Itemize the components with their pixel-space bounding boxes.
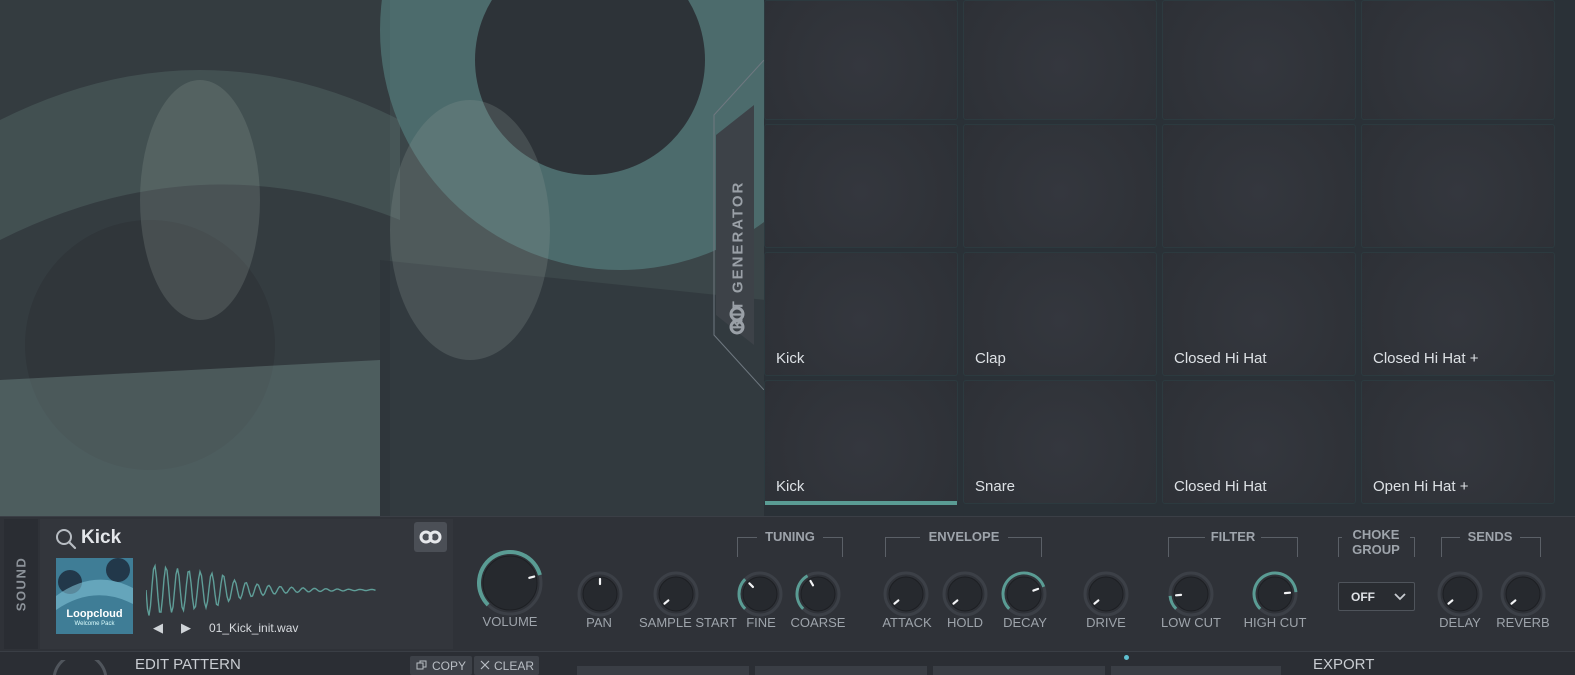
sound-name[interactable]: Kick bbox=[81, 527, 121, 549]
pad-7[interactable] bbox=[1162, 124, 1356, 248]
fine-label: FINE bbox=[746, 615, 776, 630]
pan-knob[interactable] bbox=[575, 569, 625, 619]
pad-14[interactable]: Snare bbox=[963, 380, 1157, 504]
pad-16[interactable]: Open Hi Hat + bbox=[1361, 380, 1555, 504]
high-cut-label: HIGH CUT bbox=[1243, 615, 1307, 630]
artwork-title: Loopcloud bbox=[66, 608, 123, 620]
envelope-group-label: ENVELOPE bbox=[920, 529, 1008, 544]
sample-start-knob[interactable] bbox=[651, 569, 701, 619]
pan-label: PAN bbox=[586, 615, 612, 630]
copy-icon bbox=[416, 660, 427, 670]
search-icon[interactable] bbox=[55, 528, 77, 550]
pad-13[interactable]: Kick bbox=[764, 380, 958, 505]
close-icon bbox=[480, 660, 490, 670]
sound-tab[interactable]: SOUND bbox=[4, 519, 38, 649]
pad-5[interactable] bbox=[764, 124, 958, 248]
pad-1[interactable] bbox=[764, 0, 958, 120]
decay-knob[interactable] bbox=[999, 569, 1049, 619]
pad-9[interactable]: Kick bbox=[764, 252, 958, 376]
pad-11[interactable]: Closed Hi Hat bbox=[1162, 252, 1356, 376]
pad-8[interactable] bbox=[1361, 124, 1555, 248]
chevron-down-icon bbox=[1394, 593, 1406, 601]
hold-knob[interactable] bbox=[940, 569, 990, 619]
loopcloud-icon bbox=[729, 306, 745, 335]
drum-pad-grid: Kick Clap Closed Hi Hat Closed Hi Hat + … bbox=[764, 0, 1575, 520]
decay-label: DECAY bbox=[1003, 615, 1047, 630]
waveform-display[interactable] bbox=[146, 562, 376, 618]
filter-group-label: FILTER bbox=[1205, 529, 1261, 544]
attack-knob[interactable] bbox=[881, 569, 931, 619]
reverb-label: REVERB bbox=[1496, 615, 1550, 630]
reverb-knob[interactable] bbox=[1498, 569, 1548, 619]
choke-group-label: CHOKE GROUP bbox=[1342, 527, 1410, 557]
copy-label: COPY bbox=[432, 659, 467, 673]
fine-knob[interactable] bbox=[735, 569, 785, 619]
pad-label: Clap bbox=[975, 350, 1006, 367]
coarse-knob[interactable] bbox=[793, 569, 843, 619]
attack-label: ATTACK bbox=[882, 615, 932, 630]
pad-15[interactable]: Closed Hi Hat bbox=[1162, 380, 1356, 504]
sample-artwork: Loopcloud Welcome Pack bbox=[56, 558, 133, 634]
pad-12[interactable]: Closed Hi Hat + bbox=[1361, 252, 1555, 376]
choke-group-value: OFF bbox=[1351, 590, 1375, 604]
previous-sample-button[interactable]: ◀ bbox=[153, 620, 163, 636]
low-cut-knob[interactable] bbox=[1166, 569, 1216, 619]
next-sample-button[interactable]: ▶ bbox=[181, 620, 191, 636]
clear-label: CLEAR bbox=[494, 659, 535, 673]
volume-label: VOLUME bbox=[482, 614, 538, 629]
pad-6[interactable] bbox=[963, 124, 1157, 248]
pad-3[interactable] bbox=[1162, 0, 1356, 120]
coarse-label: COARSE bbox=[790, 615, 846, 630]
playhead-indicator bbox=[1124, 655, 1129, 660]
edit-pattern-title: EDIT PATTERN bbox=[135, 656, 241, 673]
choke-group-select[interactable]: OFF bbox=[1338, 582, 1415, 611]
pad-label: Open Hi Hat + bbox=[1373, 478, 1469, 495]
sample-start-label: SAMPLE START bbox=[639, 615, 737, 630]
loopcloud-button[interactable] bbox=[414, 522, 447, 552]
delay-knob[interactable] bbox=[1435, 569, 1485, 619]
pad-label: Snare bbox=[975, 478, 1016, 495]
pad-label: Kick bbox=[776, 478, 805, 495]
drive-knob[interactable] bbox=[1081, 569, 1131, 619]
pad-label: Closed Hi Hat bbox=[1174, 350, 1267, 367]
infinity-icon bbox=[419, 530, 442, 544]
hero-artwork bbox=[0, 0, 766, 520]
pad-label: Closed Hi Hat + bbox=[1373, 350, 1479, 367]
tuning-group-label: TUNING bbox=[757, 529, 823, 544]
pad-label: Closed Hi Hat bbox=[1174, 478, 1267, 495]
pattern-knob[interactable] bbox=[50, 660, 110, 675]
clear-button[interactable]: CLEAR bbox=[474, 656, 539, 675]
delay-label: DELAY bbox=[1439, 615, 1481, 630]
copy-button[interactable]: COPY bbox=[410, 656, 472, 675]
sample-file-name: 01_Kick_init.wav bbox=[209, 621, 299, 635]
pad-10[interactable]: Clap bbox=[963, 252, 1157, 376]
sends-group-label: SENDS bbox=[1460, 529, 1520, 544]
drive-label: DRIVE bbox=[1086, 615, 1126, 630]
low-cut-label: LOW CUT bbox=[1161, 615, 1221, 630]
artwork-subtitle: Welcome Pack bbox=[74, 621, 115, 627]
pad-2[interactable] bbox=[963, 0, 1157, 120]
step-sequencer-strip[interactable] bbox=[577, 666, 1282, 675]
pad-label: Kick bbox=[776, 350, 805, 367]
hero-background-shapes bbox=[0, 0, 766, 520]
volume-knob[interactable] bbox=[475, 548, 545, 618]
pad-4[interactable] bbox=[1361, 0, 1555, 120]
high-cut-knob[interactable] bbox=[1250, 569, 1300, 619]
hold-label: HOLD bbox=[946, 615, 984, 630]
export-label[interactable]: EXPORT bbox=[1313, 656, 1374, 673]
